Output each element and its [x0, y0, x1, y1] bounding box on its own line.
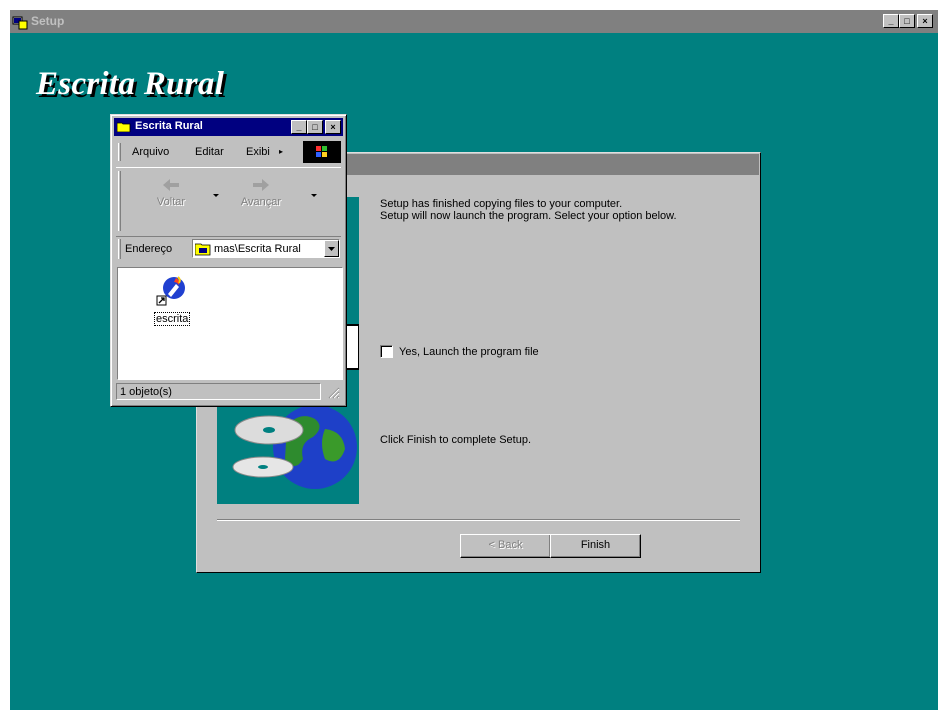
forward-dropdown-icon[interactable] [311, 194, 317, 197]
explorer-maximize-button[interactable]: □ [307, 120, 323, 134]
windows-logo-icon [303, 141, 341, 163]
menu-overflow-chevron-icon[interactable]: ▸ [279, 147, 283, 156]
close-button[interactable]: × [917, 14, 933, 28]
address-label: Endereço [125, 243, 173, 255]
file-name-escrita[interactable]: escrita [153, 312, 191, 326]
back-button[interactable]: < Back [460, 534, 551, 558]
back-dropdown-icon[interactable] [213, 194, 219, 197]
folder-address-icon [195, 243, 211, 256]
button-separator [217, 519, 740, 521]
back-arrow-icon [163, 179, 179, 191]
menu-exibir[interactable]: Exibi [246, 146, 270, 158]
explorer-window: Escrita Rural _ □ × Arquivo Editar Exibi… [110, 114, 347, 407]
explorer-toolbar: Voltar Avançar [116, 167, 341, 237]
explorer-title: Escrita Rural [135, 120, 203, 132]
forward-arrow-icon [253, 179, 269, 191]
forward-tool-button[interactable]: Avançar [231, 178, 291, 208]
launch-program-option[interactable]: Yes, Launch the program file [380, 345, 539, 358]
explorer-close-button[interactable]: × [325, 120, 341, 134]
resize-grip-icon[interactable] [328, 387, 340, 399]
finish-instruction: Click Finish to complete Setup. [380, 434, 532, 446]
address-grip[interactable] [118, 239, 121, 259]
completion-message-line1: Setup has finished copying files to your… [380, 198, 623, 210]
status-bar: 1 objeto(s) [116, 383, 341, 400]
menubar-grip[interactable] [118, 143, 121, 161]
forward-tool-label: Avançar [240, 196, 282, 208]
folder-icon [117, 122, 131, 132]
back-tool-button[interactable]: Voltar [141, 178, 201, 208]
completion-message-line2: Setup will now launch the program. Selec… [380, 210, 677, 222]
address-field[interactable]: mas\Escrita Rural [192, 239, 340, 258]
menu-editar[interactable]: Editar [195, 146, 224, 158]
explorer-menubar: Arquivo Editar Exibi ▸ [116, 141, 341, 163]
toolbar-grip[interactable] [118, 171, 121, 231]
explorer-titlebar[interactable]: Escrita Rural _ □ × [114, 118, 343, 136]
setup-app-icon [12, 16, 28, 30]
setup-title: Setup [31, 14, 65, 28]
menu-arquivo[interactable]: Arquivo [132, 146, 169, 158]
back-tool-label: Voltar [156, 196, 186, 208]
shortcut-app-icon[interactable] [154, 274, 188, 308]
minimize-button[interactable]: _ [883, 14, 899, 28]
address-dropdown-button[interactable] [324, 240, 339, 257]
address-bar: Endereço mas\Escrita Rural [116, 237, 341, 261]
status-text: 1 objeto(s) [116, 383, 321, 400]
product-heading: Escrita Rural [36, 66, 225, 102]
launch-program-checkbox[interactable] [380, 345, 393, 358]
maximize-button[interactable]: □ [899, 14, 915, 28]
launch-program-label[interactable]: Yes, Launch the program file [399, 346, 539, 358]
address-value[interactable]: mas\Escrita Rural [214, 243, 301, 255]
finish-button[interactable]: Finish [550, 534, 641, 558]
explorer-minimize-button[interactable]: _ [291, 120, 307, 134]
setup-titlebar[interactable]: Setup _ □ × [10, 10, 938, 33]
file-list-view[interactable]: escrita [117, 267, 343, 380]
chevron-down-icon [328, 247, 335, 251]
